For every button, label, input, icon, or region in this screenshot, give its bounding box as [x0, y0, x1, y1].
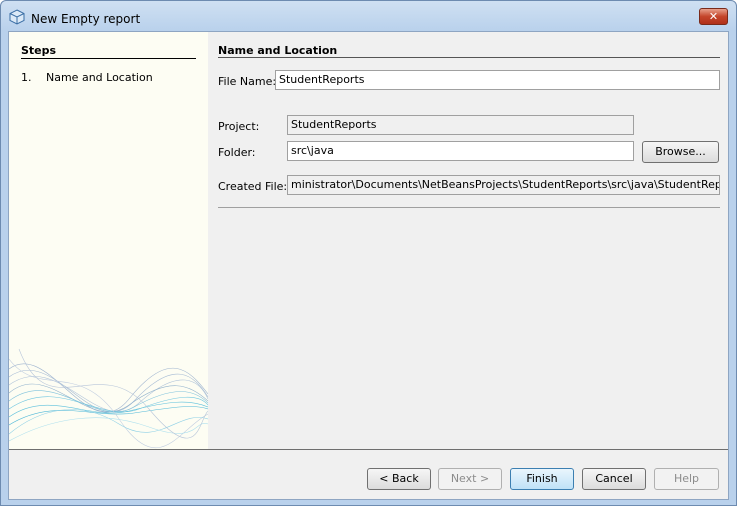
- created-file-path: ministrator\Documents\NetBeansProjects\S…: [291, 178, 719, 191]
- steps-header: Steps: [21, 44, 57, 57]
- dialog-content: Steps 1. Name and Location Name and Loca…: [8, 31, 729, 500]
- file-name-input[interactable]: StudentReports: [275, 70, 720, 90]
- help-button[interactable]: Help: [654, 468, 719, 490]
- next-button[interactable]: Next >: [438, 468, 502, 490]
- close-icon: ✕: [708, 10, 719, 23]
- created-file-label: Created File:: [218, 180, 288, 193]
- netbeans-cube-icon: [9, 9, 25, 25]
- cancel-button[interactable]: Cancel: [582, 468, 646, 490]
- title-bar[interactable]: New Empty report ✕: [1, 1, 736, 31]
- section-title: Name and Location: [218, 44, 338, 57]
- folder-label: Folder:: [218, 146, 256, 159]
- steps-panel: Steps 1. Name and Location: [9, 32, 208, 449]
- project-field: StudentReports: [287, 115, 634, 135]
- window-title: New Empty report: [31, 12, 141, 26]
- back-button[interactable]: < Back: [367, 468, 431, 490]
- folder-input[interactable]: src\java: [287, 141, 634, 161]
- decorative-wave-graphic: [9, 348, 208, 448]
- button-bar-separator: [9, 449, 728, 450]
- finish-button[interactable]: Finish: [510, 468, 574, 490]
- browse-button[interactable]: Browse...: [642, 141, 719, 163]
- steps-divider: [21, 58, 196, 59]
- form-separator: [218, 207, 720, 208]
- project-label: Project:: [218, 120, 260, 133]
- step-number: 1.: [21, 71, 32, 84]
- created-file-field: ministrator\Documents\NetBeansProjects\S…: [287, 175, 720, 195]
- close-button[interactable]: ✕: [699, 8, 728, 25]
- file-name-label: File Name:: [218, 75, 277, 88]
- wizard-dialog: New Empty report ✕ Steps 1. Name and Loc…: [0, 0, 737, 506]
- section-divider: [218, 57, 720, 58]
- step-label-name-and-location: Name and Location: [46, 71, 153, 84]
